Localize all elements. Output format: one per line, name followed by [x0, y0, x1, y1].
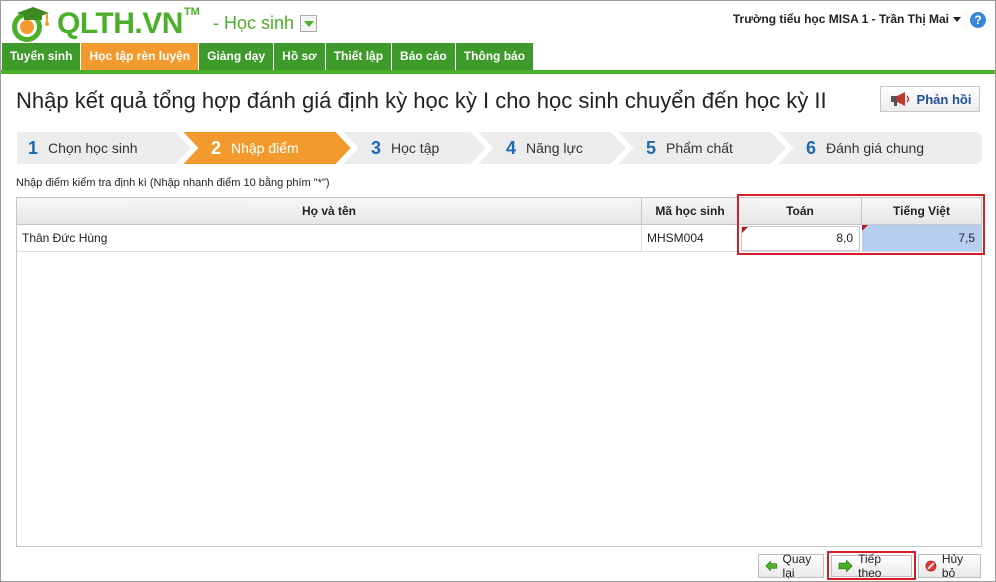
wizard-step-4[interactable]: 4 Năng lực [506, 131, 583, 165]
wizard-step-label: Đánh giá chung [826, 140, 925, 156]
megaphone-icon [890, 92, 909, 106]
wizard-step-label: Năng lực [526, 140, 583, 156]
student-code-cell: MHSM004 [642, 225, 739, 251]
logo-trademark: TM [183, 6, 200, 18]
main-menu: Tuyển sinh Học tập rèn luyện Giảng dạy Hồ s… [1, 43, 995, 70]
student-name-cell: Thân Đức Hùng [17, 225, 642, 251]
user-label: Trường tiểu học MISA 1 - Trần Thị Mai [732, 12, 949, 26]
wizard-step-1[interactable]: 1 Chọn học sinh [28, 131, 138, 165]
menu-item-tuyen-sinh[interactable]: Tuyển sinh [2, 43, 81, 70]
module-label: - Học sinh [213, 13, 295, 33]
wizard-step-6[interactable]: 6 Đánh giá chung [806, 131, 924, 165]
wizard-step-label: Học tập [391, 140, 440, 156]
main-menu-bar: Tuyển sinh Học tập rèn luyện Giảng dạy Hồ s… [1, 43, 995, 74]
wizard-step-number: 4 [506, 137, 517, 158]
menu-item-hoc-tap-ren-luyen[interactable]: Học tập rèn luyện [81, 43, 199, 70]
wizard-step-3[interactable]: 3 Học tập [371, 131, 439, 165]
caret-down-icon [953, 16, 961, 22]
feedback-button[interactable]: Phản hồi [880, 86, 980, 112]
input-hint: Nhập điểm kiểm tra định kì (Nhập nhanh đ… [16, 177, 330, 189]
feedback-label: Phản hồi [916, 91, 972, 107]
back-button[interactable]: Quay lại [758, 552, 824, 580]
arrow-left-icon [765, 560, 778, 572]
user-menu[interactable]: Trường tiểu học MISA 1 - Trần Thị Mai [733, 12, 961, 26]
wizard-step-label: Nhập điểm [231, 140, 299, 156]
column-header-code[interactable]: Mã học sinh [642, 198, 739, 225]
cancel-button[interactable]: Hủy bỏ [918, 552, 981, 580]
wizard-step-number: 3 [371, 137, 382, 158]
back-label: Quay lại [782, 552, 812, 580]
column-header-name[interactable]: Họ và tên [17, 198, 642, 225]
wizard-step-2[interactable]: 2 Nhập điểm [211, 131, 299, 165]
next-button[interactable]: Tiếp theo [831, 552, 912, 580]
help-icon[interactable]: ? [970, 12, 986, 28]
next-label: Tiếp theo [858, 552, 882, 580]
page-title: Nhập kết quả tổng hợp đánh giá định kỳ h… [16, 88, 827, 113]
arrow-right-icon [838, 559, 853, 573]
menu-item-ho-so[interactable]: Hồ sơ [274, 43, 325, 70]
cancel-label: Hủy bỏ [941, 552, 964, 580]
menu-item-bao-cao[interactable]: Báo cáo [392, 43, 455, 70]
cancel-icon [925, 560, 937, 572]
wizard-step-number: 6 [806, 137, 817, 158]
chevron-down-icon[interactable] [300, 15, 318, 32]
wizard-steps: 1 Chọn học sinh 2 Nhập điểm 3 Học tập 4 Năng lự… [16, 131, 982, 165]
wizard-step-number: 2 [211, 137, 222, 158]
wizard-step-number: 5 [646, 137, 657, 158]
menu-item-thong-bao[interactable]: Thông báo [455, 43, 534, 70]
wizard-step-number: 1 [28, 137, 39, 158]
menu-item-giang-day[interactable]: Giảng dạy [199, 43, 274, 70]
wizard-step-5[interactable]: 5 Phẩm chất [646, 131, 733, 165]
graduation-cap-logo-icon [7, 5, 55, 43]
score-columns-highlight [737, 194, 985, 255]
logo-text: QLTH.VN [57, 7, 183, 40]
header: QLTH.VN TM - Học sinh Trường tiểu học MI… [1, 1, 995, 43]
module-selector[interactable]: - Học sinh [213, 13, 318, 34]
wizard-step-label: Phẩm chất [666, 140, 733, 156]
wizard-step-label: Chọn học sinh [48, 140, 138, 156]
menu-item-thiet-lap[interactable]: Thiết lập [325, 43, 392, 70]
logo[interactable]: QLTH.VN TM [7, 5, 200, 43]
